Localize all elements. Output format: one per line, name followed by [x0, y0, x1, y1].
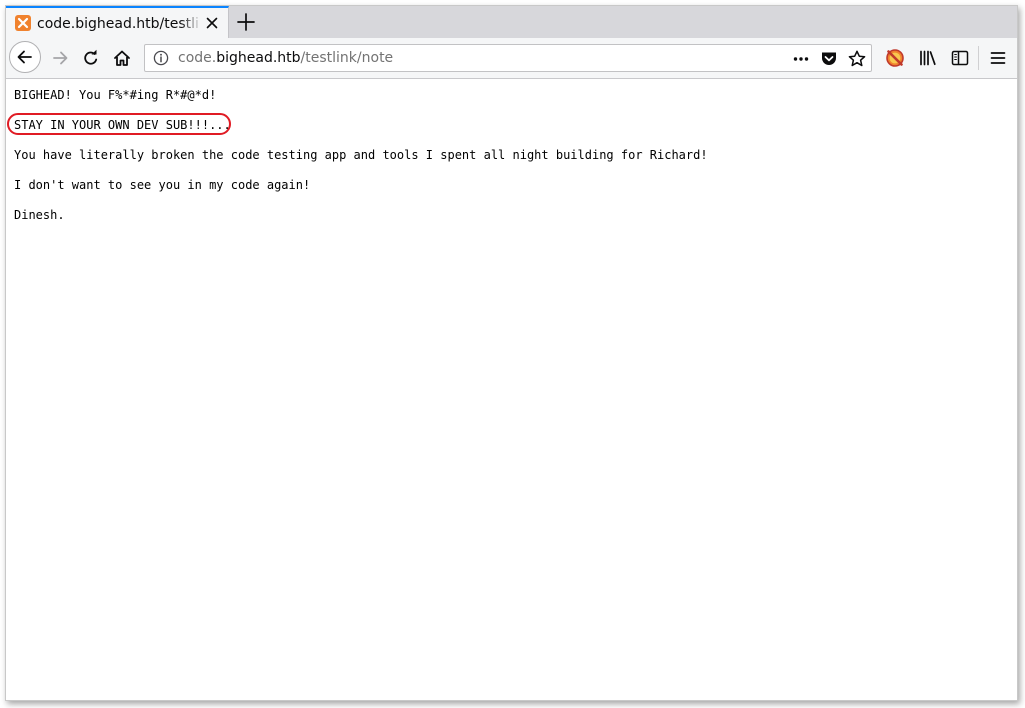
tab-title-fade — [180, 10, 202, 38]
url-host: bighead.htb — [216, 50, 301, 66]
pocket-icon[interactable] — [819, 49, 839, 69]
close-icon[interactable] — [204, 15, 220, 31]
url-path: /testlink/note — [300, 50, 394, 66]
sidebar-icon[interactable] — [948, 46, 972, 70]
note-line-3: You have literally broken the code testi… — [14, 148, 708, 162]
navigation-toolbar: code.bighead.htb/testlink/note — [6, 38, 1017, 79]
url-text[interactable]: code.bighead.htb/testlink/note — [178, 49, 393, 67]
plus-icon[interactable] — [235, 11, 257, 33]
info-icon[interactable] — [153, 50, 169, 66]
home-icon[interactable] — [110, 46, 134, 70]
arrow-left-icon — [17, 50, 32, 64]
back-button[interactable] — [9, 41, 41, 73]
address-bar[interactable]: code.bighead.htb/testlink/note — [144, 44, 872, 72]
more-dots-icon[interactable] — [791, 49, 811, 69]
note-line-4: I don't want to see you in my code again… — [14, 178, 311, 192]
xampp-icon — [15, 15, 31, 31]
arrow-right-icon[interactable] — [48, 46, 72, 70]
bookmark-star-icon[interactable] — [847, 49, 867, 69]
library-icon[interactable] — [916, 46, 940, 70]
toolbar-separator — [978, 46, 979, 70]
reload-icon[interactable] — [79, 46, 103, 70]
note-signature: Dinesh. — [14, 208, 65, 222]
menu-icon[interactable] — [986, 46, 1010, 70]
tab-strip: code.bighead.htb/testlink/note — [6, 6, 1017, 38]
addon-icon[interactable] — [883, 46, 907, 70]
tab-active[interactable]: code.bighead.htb/testlink/note — [6, 6, 229, 38]
note-line-1: BIGHEAD! You F%*#ing R*#@*d! — [14, 88, 217, 102]
tab-title: code.bighead.htb/testlink/note — [37, 16, 200, 32]
page-content: BIGHEAD! You F%*#ing R*#@*d! STAY IN YOU… — [6, 79, 1017, 700]
browser-window: code.bighead.htb/testlink/note — [5, 5, 1018, 701]
note-line-2: STAY IN YOUR OWN DEV SUB!!!... — [14, 118, 231, 132]
url-subdomain: code. — [178, 50, 217, 66]
